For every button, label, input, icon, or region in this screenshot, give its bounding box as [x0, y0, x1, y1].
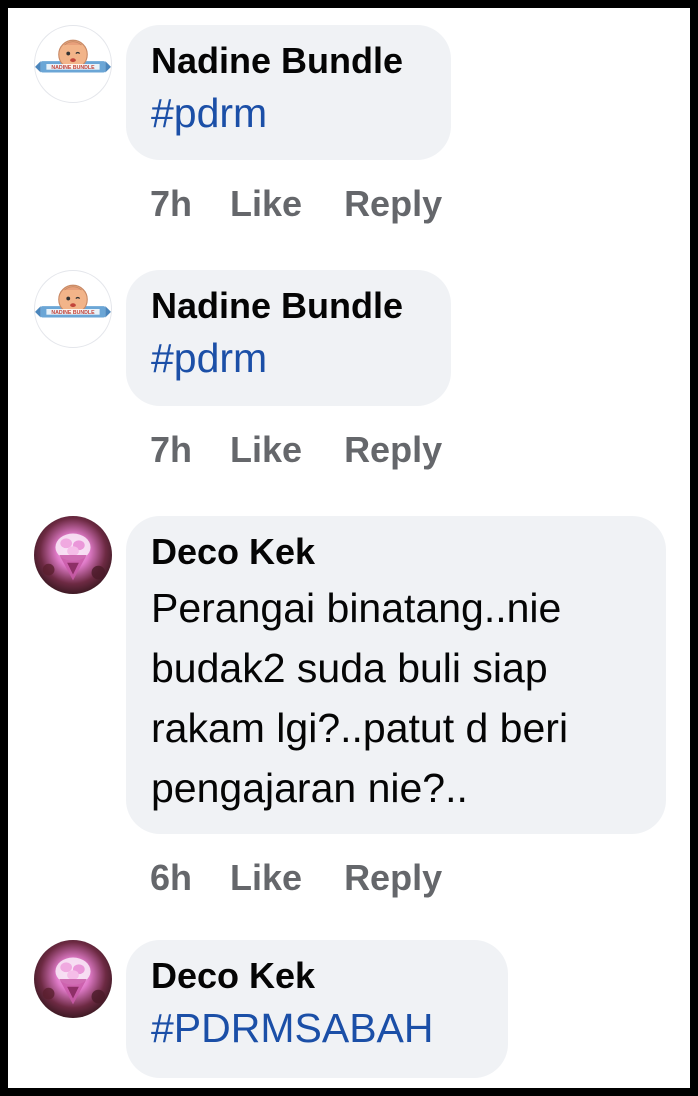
avatar[interactable]	[34, 25, 112, 103]
comment-author[interactable]: Nadine Bundle	[151, 37, 425, 85]
comment-actions: 7h Like Reply	[150, 182, 442, 226]
comment-text: Perangai binatang..nie budak2 suda buli …	[151, 578, 640, 818]
comments-panel: Nadine Bundle #pdrm 7h Like Reply Nadine B…	[8, 8, 690, 1088]
comment-hashtag-link[interactable]: #pdrm	[151, 85, 425, 141]
comment-text-line: pengajaran nie?..	[151, 765, 468, 811]
comment-bubble: Nadine Bundle #pdrm	[126, 25, 451, 160]
comment-hashtag-link[interactable]: #pdrm	[151, 330, 425, 386]
comment-bubble: Deco Kek Perangai binatang..nie budak2 s…	[126, 516, 666, 834]
comment-timestamp[interactable]: 7h	[150, 428, 192, 472]
comment-text-line: rakam lgi?..patut d beri	[151, 705, 569, 751]
avatar[interactable]	[34, 516, 112, 594]
like-button[interactable]: Like	[230, 856, 302, 900]
comment-author[interactable]: Nadine Bundle	[151, 282, 425, 330]
nadine-bundle-logo-icon	[35, 271, 111, 347]
comment-text-line: budak2 suda buli siap	[151, 645, 548, 691]
reply-button[interactable]: Reply	[344, 428, 442, 472]
comment-timestamp[interactable]: 6h	[150, 856, 192, 900]
comment-timestamp[interactable]: 7h	[150, 182, 192, 226]
avatar[interactable]	[34, 270, 112, 348]
comment-author[interactable]: Deco Kek	[151, 528, 640, 576]
comment-bubble: Deco Kek #PDRMSABAH	[126, 940, 508, 1078]
flower-bouquet-photo-icon	[34, 516, 112, 594]
like-button[interactable]: Like	[230, 428, 302, 472]
nadine-bundle-logo-icon	[35, 26, 111, 102]
avatar[interactable]	[34, 940, 112, 1018]
flower-bouquet-photo-icon	[34, 940, 112, 1018]
reply-button[interactable]: Reply	[344, 182, 442, 226]
comment-hashtag-link[interactable]: #PDRMSABAH	[151, 1000, 482, 1056]
comment-actions: 7h Like Reply	[150, 428, 442, 472]
comment-author[interactable]: Deco Kek	[151, 952, 482, 1000]
comment-bubble: Nadine Bundle #pdrm	[126, 270, 451, 406]
like-button[interactable]: Like	[230, 182, 302, 226]
comment-text-line: Perangai binatang..nie	[151, 585, 562, 631]
reply-button[interactable]: Reply	[344, 856, 442, 900]
comment-actions: 6h Like Reply	[150, 856, 442, 900]
